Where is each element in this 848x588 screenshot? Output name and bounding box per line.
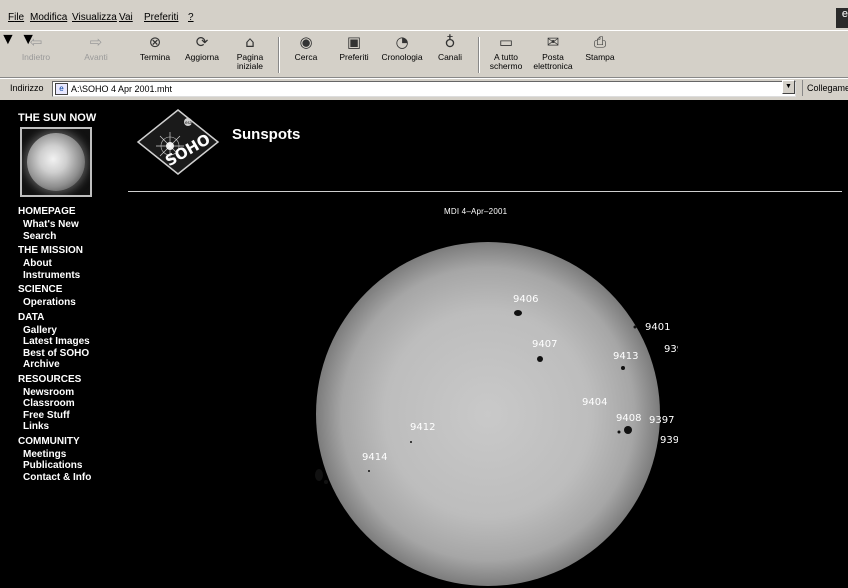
address-dropdown-button[interactable]: ▼ (782, 80, 795, 94)
toolbar: ⇦ Indietro ▼ ⇨ Avanti ▼ ⊗ Termina ⟳ Aggi… (0, 30, 848, 78)
menu-help[interactable]: ? (188, 12, 194, 23)
sunspot-9407 (537, 356, 543, 362)
stop-icon: ⊗ (148, 33, 162, 51)
favorites-folder-icon: ▣ (346, 33, 362, 51)
arrow-right-icon: ⇨ (89, 33, 103, 51)
sun-disc (316, 242, 660, 586)
mail-icon: ✉ (546, 33, 560, 51)
print-button[interactable]: ⎙ Stampa (582, 33, 618, 77)
page-content: THE SUN NOW HOMEPAGE What's New Search THE … (0, 100, 848, 588)
sunspot-9414-c (368, 470, 370, 472)
history-icon: ◔ (395, 33, 409, 51)
nav-link-publications[interactable]: Publications (23, 460, 82, 471)
sunspot-9408b (617, 430, 621, 434)
refresh-button[interactable]: ⟳ Aggiorna (182, 33, 222, 77)
menu-preferiti[interactable]: Preferiti (144, 12, 178, 23)
nav-section-resources[interactable]: RESOURCES (18, 374, 81, 385)
browser-chrome: File Modifica Visualizza Vai Preferiti ?… (0, 0, 848, 100)
back-dropdown-icon[interactable]: ▼ (0, 31, 16, 48)
title-divider (128, 191, 842, 192)
sunspot-9406 (514, 310, 522, 316)
nav-link-instruments[interactable]: Instruments (23, 270, 80, 281)
address-bar: Indirizzo e A:\SOHO 4 Apr 2001.mht (0, 78, 848, 98)
address-label: Indirizzo (10, 83, 44, 93)
address-value: A:\SOHO 4 Apr 2001.mht (71, 84, 173, 94)
nav-section-community[interactable]: COMMUNITY (18, 436, 80, 447)
nav-link-archive[interactable]: Archive (23, 359, 60, 370)
search-button[interactable]: ◉ Cerca (288, 33, 324, 77)
address-input[interactable]: e A:\SOHO 4 Apr 2001.mht (52, 81, 796, 97)
nav-link-what-s-new[interactable]: What's New (23, 219, 79, 230)
channels-button[interactable]: ♁ Canali (432, 33, 468, 77)
search-globe-icon: ◉ (299, 33, 313, 51)
label-9408: 9408 (616, 413, 641, 424)
nav-link-latest-images[interactable]: Latest Images (23, 336, 90, 347)
page-title: Sunspots (232, 126, 301, 143)
printer-icon: ⎙ (593, 33, 606, 51)
back-button[interactable]: ⇦ Indietro (18, 33, 54, 77)
image-caption: MDI 4–Apr–2001 (444, 207, 508, 216)
refresh-icon: ⟳ (195, 33, 209, 51)
nav-link-meetings[interactable]: Meetings (23, 449, 66, 460)
nav-section-data[interactable]: DATA (18, 312, 44, 323)
nav-link-search[interactable]: Search (23, 231, 56, 242)
nav-link-about[interactable]: About (23, 258, 52, 269)
menu-modifica[interactable]: Modifica (30, 12, 67, 23)
soho-logo[interactable]: esa SOHO (136, 108, 220, 176)
toolbar-separator (478, 37, 480, 73)
links-button[interactable]: Collegame (802, 80, 848, 96)
menu-vai[interactable]: Vai (119, 12, 133, 23)
nav-link-gallery[interactable]: Gallery (23, 325, 57, 336)
favorites-button[interactable]: ▣ Preferiti (334, 33, 374, 77)
label-9401: 9401 (645, 322, 670, 333)
fullscreen-icon: ▭ (498, 33, 514, 51)
sun-now-thumbnail[interactable] (20, 127, 92, 197)
stop-button[interactable]: ⊗ Termina (135, 33, 175, 77)
home-icon: ⌂ (245, 33, 255, 51)
nav-section-the-mission[interactable]: THE MISSION (18, 245, 83, 256)
page-icon: e (55, 83, 68, 95)
toolbar-separator (278, 37, 280, 73)
mail-button[interactable]: ✉ Posta elettronica (530, 33, 576, 77)
sun-now-title: THE SUN NOW (18, 112, 97, 124)
label-9395: 9395 (660, 435, 678, 446)
sunspot-9414-a (315, 469, 323, 481)
nav-link-links[interactable]: Links (23, 421, 49, 432)
nav-link-newsroom[interactable]: Newsroom (23, 387, 74, 398)
label-9412: 9412 (410, 422, 435, 433)
label-9397: 9397 (649, 415, 674, 426)
sunspot-9413 (621, 366, 625, 370)
nav-link-best-of-soho[interactable]: Best of SOHO (23, 348, 89, 359)
nav-section-science[interactable]: SCIENCE (18, 284, 62, 295)
label-9414: 9414 (362, 452, 387, 463)
menu-bar: File Modifica Visualizza Vai Preferiti ? (0, 10, 848, 28)
label-9413: 9413 (613, 351, 638, 362)
label-9393: 9393 (664, 344, 678, 355)
sunspot-image: 9406 9401 9393 9407 9413 9404 9408 9397 … (315, 242, 678, 586)
forward-button[interactable]: ⇨ Avanti (78, 33, 114, 77)
esa-badge: esa (185, 120, 193, 125)
nav-section-homepage[interactable]: HOMEPAGE (18, 206, 76, 217)
sunspot-9412 (410, 441, 412, 443)
nav-link-free-stuff[interactable]: Free Stuff (23, 410, 70, 421)
home-button[interactable]: ⌂ Pagina iniziale (230, 33, 270, 77)
nav-link-contact-info[interactable]: Contact & Info (23, 472, 91, 483)
arrow-left-icon: ⇦ (29, 33, 43, 51)
sunspot-9414-b (324, 480, 328, 484)
label-9407: 9407 (532, 339, 557, 350)
menu-file[interactable]: File (8, 12, 24, 23)
menu-visualizza[interactable]: Visualizza (72, 12, 117, 23)
sunspot-9408 (624, 426, 632, 434)
browser-throbber-icon: e (836, 8, 848, 28)
label-9406: 9406 (513, 294, 538, 305)
channels-satellite-icon: ♁ (444, 33, 456, 51)
nav-link-classroom[interactable]: Classroom (23, 398, 75, 409)
sunspot-9401 (633, 325, 637, 329)
nav-link-operations[interactable]: Operations (23, 297, 76, 308)
label-9404: 9404 (582, 397, 607, 408)
fullscreen-button[interactable]: ▭ A tutto schermo (486, 33, 526, 77)
history-button[interactable]: ◔ Cronologia (378, 33, 426, 77)
